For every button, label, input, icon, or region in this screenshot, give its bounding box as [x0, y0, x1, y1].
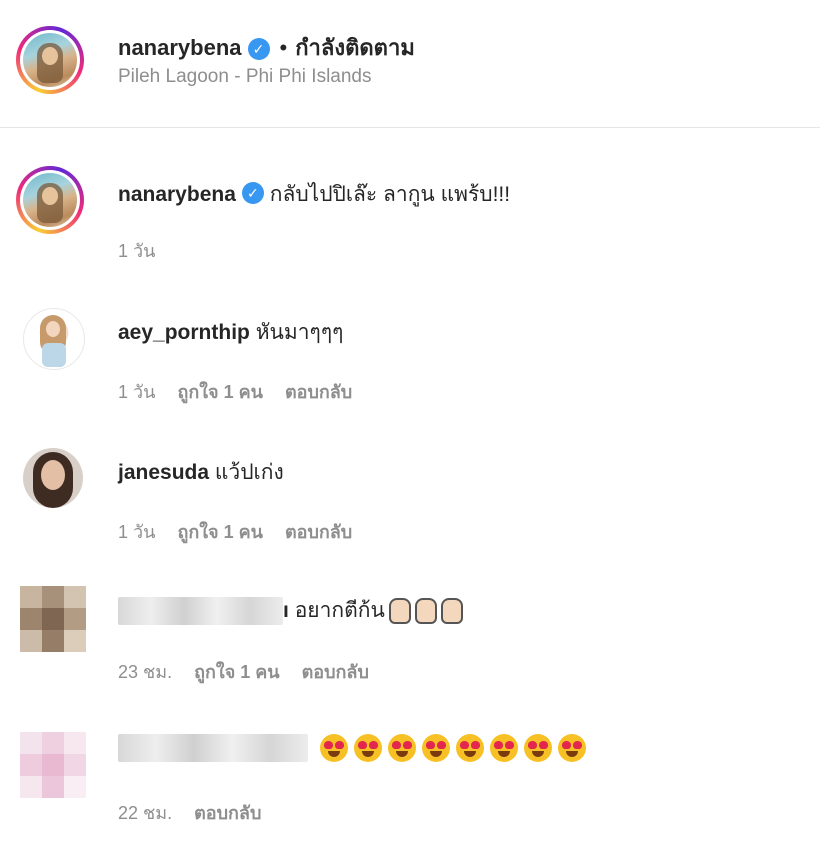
- following-button[interactable]: กำลังติดตาม: [295, 35, 415, 60]
- caption-meta: 1 วัน: [118, 236, 177, 265]
- reply-button[interactable]: ตอบกลับ: [285, 522, 352, 542]
- header-title-line: nanarybena ✓ • กำลังติดตาม: [118, 30, 415, 65]
- raised-hand-icon: [414, 598, 437, 625]
- comment-text: อยากตีก้น: [294, 599, 385, 622]
- caption-text-line: nanarybena ✓ กลับไปปิเล๊ะ ลากูน แพร้บ!!!: [118, 178, 510, 211]
- separator-dot: •: [279, 35, 288, 60]
- emoji-row: [319, 734, 592, 762]
- reply-button[interactable]: ตอบกลับ: [194, 803, 261, 823]
- heart-eyes-icon: [455, 734, 484, 762]
- comment-meta: 22 ชม. ตอบกลับ: [118, 798, 283, 827]
- comment-text-line: [118, 734, 592, 762]
- caption-text: กลับไปปิเล๊ะ ลากูน แพร้บ!!!: [269, 183, 511, 206]
- heart-eyes-icon: [353, 734, 382, 762]
- comment-text-line: ı อยากตีก้น: [118, 594, 463, 627]
- comment-time[interactable]: 23 ชม.: [118, 662, 172, 682]
- heart-eyes-icon: [319, 734, 348, 762]
- comment-text: หันมาๆๆๆ: [255, 321, 344, 344]
- comment-meta: 23 ชม. ถูกใจ 1 คน ตอบกลับ: [118, 657, 391, 686]
- comment-time[interactable]: 1 วัน: [118, 522, 155, 542]
- verified-icon: ✓: [247, 37, 270, 60]
- comment-likes[interactable]: ถูกใจ 1 คน: [194, 662, 280, 682]
- blurred-username[interactable]: [118, 597, 283, 626]
- heart-eyes-icon: [489, 734, 518, 762]
- caption-time[interactable]: 1 วัน: [118, 241, 155, 261]
- comment-time[interactable]: 22 ชม.: [118, 803, 172, 823]
- blurred-avatar[interactable]: [20, 732, 86, 798]
- comment-time[interactable]: 1 วัน: [118, 382, 155, 402]
- reply-button[interactable]: ตอบกลับ: [285, 382, 352, 402]
- heart-eyes-icon: [523, 734, 552, 762]
- raised-hand-icon: [440, 598, 463, 625]
- comment-text: แว้ปเก่ง: [214, 461, 284, 484]
- header-username[interactable]: nanarybena: [118, 35, 242, 60]
- header-avatar[interactable]: [16, 26, 84, 94]
- username-tail: ı: [283, 599, 289, 622]
- comment-meta: 1 วัน ถูกใจ 1 คน ตอบกลับ: [118, 517, 374, 546]
- caption-avatar[interactable]: [16, 166, 84, 234]
- comment-text-line: janesuda แว้ปเก่ง: [118, 456, 284, 489]
- blurred-avatar[interactable]: [20, 586, 86, 652]
- comment-meta: 1 วัน ถูกใจ 1 คน ตอบกลับ: [118, 377, 374, 406]
- caption-username[interactable]: nanarybena: [118, 183, 236, 206]
- commenter-avatar[interactable]: [23, 448, 83, 508]
- heart-eyes-icon: [421, 734, 450, 762]
- comment-username[interactable]: janesuda: [118, 461, 209, 484]
- verified-icon: ✓: [241, 182, 264, 205]
- reply-button[interactable]: ตอบกลับ: [302, 662, 369, 682]
- comment-likes[interactable]: ถูกใจ 1 คน: [177, 522, 263, 542]
- post-header: nanarybena ✓ • กำลังติดตาม Pileh Lagoon - P…: [0, 0, 820, 128]
- comment-username[interactable]: aey_pornthip: [118, 321, 250, 344]
- location-link[interactable]: Pileh Lagoon - Phi Phi Islands: [118, 66, 372, 88]
- heart-eyes-icon: [557, 734, 586, 762]
- commenter-avatar[interactable]: [23, 308, 85, 370]
- heart-eyes-icon: [387, 734, 416, 762]
- blurred-username[interactable]: [118, 734, 308, 762]
- comment-likes[interactable]: ถูกใจ 1 คน: [177, 382, 263, 402]
- comment-text-line: aey_pornthip หันมาๆๆๆ: [118, 316, 343, 349]
- raised-hand-icon: [388, 598, 411, 625]
